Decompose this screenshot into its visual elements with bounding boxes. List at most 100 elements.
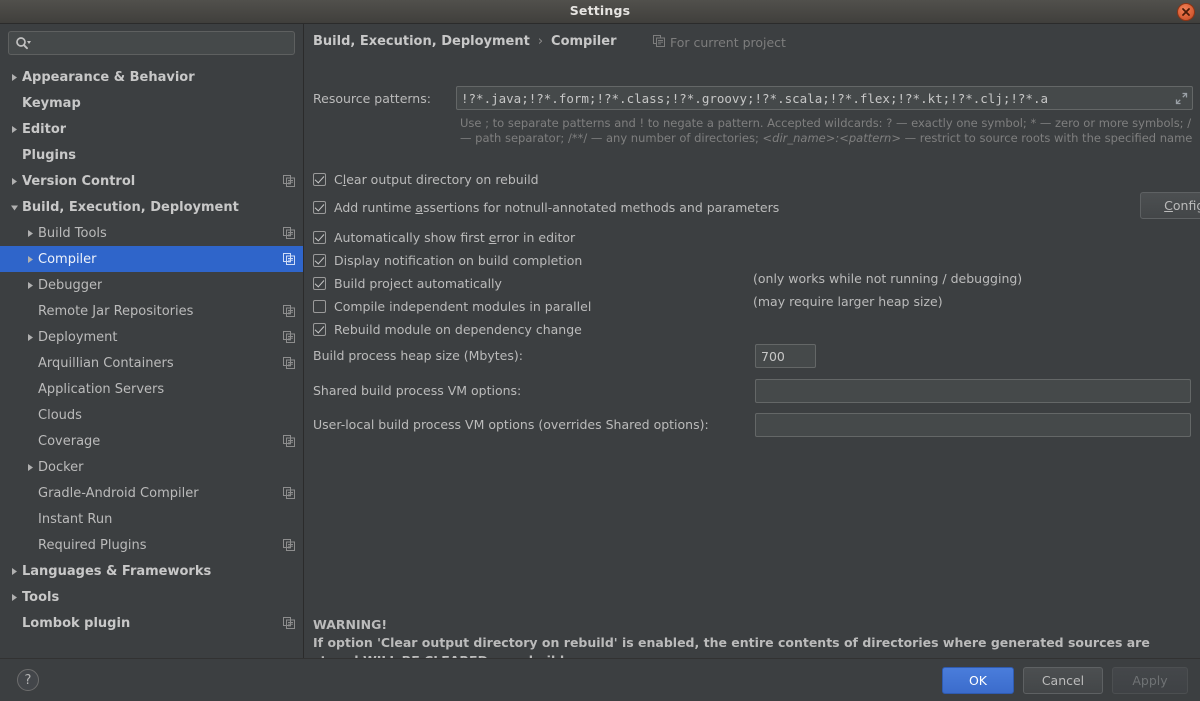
checkbox-label: Compile independent modules in parallel: [334, 299, 591, 314]
sidebar-item-required-plugins[interactable]: Required Plugins: [0, 532, 303, 558]
sidebar-item-label: Tools: [22, 589, 60, 605]
checkbox-add-runtime-assertions-for-notnull-annotat[interactable]: [313, 200, 326, 214]
heap-size-label: Build process heap size (Mbytes):: [313, 348, 523, 363]
project-settings-icon: [283, 175, 295, 187]
sidebar-item-docker[interactable]: Docker: [0, 454, 303, 480]
breadcrumb-root[interactable]: Build, Execution, Deployment: [313, 34, 530, 49]
configure-annotations-label: onfigure annotations...: [1172, 198, 1200, 213]
breadcrumb: Build, Execution, Deployment › Compiler: [313, 34, 617, 49]
window-title: Settings: [569, 3, 631, 18]
userlocal-vm-input[interactable]: [755, 413, 1191, 437]
sidebar-item-label: Coverage: [38, 433, 101, 449]
search-input[interactable]: [31, 33, 294, 53]
apply-button[interactable]: Apply: [1112, 667, 1188, 694]
checkbox-row-rebuild-module-on-dependency-change[interactable]: Rebuild module on dependency change: [313, 319, 582, 339]
shared-vm-row: Shared build process VM options:: [313, 383, 521, 398]
checkbox-automatically-show-first-error-in-editor[interactable]: [313, 230, 326, 244]
parallel-modules-note: (may require larger heap size): [753, 294, 943, 309]
chevron-collapsed-icon[interactable]: [6, 567, 22, 576]
project-settings-icon: [283, 331, 295, 343]
checkbox-row-display-notification-on-build-completion[interactable]: Display notification on build completion: [313, 250, 582, 270]
label-part: Rebuild module on dependency change: [334, 321, 582, 337]
sidebar-item-coverage[interactable]: Coverage: [0, 428, 303, 454]
sidebar-item-label: Compiler: [38, 251, 97, 267]
chevron-collapsed-icon[interactable]: [6, 73, 22, 82]
sidebar-item-label: Build, Execution, Deployment: [22, 199, 239, 215]
chevron-expanded-icon[interactable]: [6, 203, 22, 212]
label-part: rror in editor: [496, 229, 576, 245]
checkbox-build-project-automatically[interactable]: [313, 276, 326, 290]
configure-annotations-button[interactable]: Configure annotations...: [1140, 192, 1200, 219]
checkbox-label: Display notification on build completion: [334, 253, 582, 268]
project-settings-icon: [283, 227, 295, 239]
label-part: Automatically show first: [334, 229, 489, 245]
sidebar-item-application-servers[interactable]: Application Servers: [0, 376, 303, 402]
help-button[interactable]: ?: [17, 669, 39, 691]
checkbox-row-add-runtime-assertions-for-notnull-annotat[interactable]: Add runtime assertions for notnull-annot…: [313, 197, 779, 217]
cancel-button[interactable]: Cancel: [1023, 667, 1103, 694]
sidebar-item-gradle-android-compiler[interactable]: Gradle-Android Compiler: [0, 480, 303, 506]
sidebar-item-build-execution-deployment[interactable]: Build, Execution, Deployment: [0, 194, 303, 220]
chevron-collapsed-icon[interactable]: [22, 229, 38, 238]
sidebar-item-appearance-behavior[interactable]: Appearance & Behavior: [0, 64, 303, 90]
sidebar-item-arquillian-containers[interactable]: Arquillian Containers: [0, 350, 303, 376]
sidebar-item-tools[interactable]: Tools: [0, 584, 303, 610]
checkbox-display-notification-on-build-completion[interactable]: [313, 253, 326, 267]
shared-vm-input[interactable]: [755, 379, 1191, 403]
chevron-collapsed-icon[interactable]: [6, 593, 22, 602]
sidebar-item-label: Version Control: [22, 173, 136, 189]
label-part: Add runtime: [334, 199, 416, 215]
search-box[interactable]: [8, 31, 295, 55]
chevron-collapsed-icon[interactable]: [6, 125, 22, 134]
checkbox-row-build-project-automatically[interactable]: Build project automatically: [313, 273, 502, 293]
sidebar-item-label: Required Plugins: [38, 537, 147, 553]
sidebar-item-languages-frameworks[interactable]: Languages & Frameworks: [0, 558, 303, 584]
checkbox-row-automatically-show-first-error-in-editor[interactable]: Automatically show first error in editor: [313, 227, 575, 247]
checkbox-compile-independent-modules-in-parallel[interactable]: [313, 299, 326, 313]
resource-patterns-hint: Use ; to separate patterns and ! to nega…: [460, 116, 1193, 146]
heap-size-row: Build process heap size (Mbytes):: [313, 348, 523, 363]
chevron-collapsed-icon[interactable]: [6, 177, 22, 186]
expand-icon[interactable]: [1174, 91, 1189, 106]
checkbox-rebuild-module-on-dependency-change[interactable]: [313, 322, 326, 336]
search-icon: [15, 36, 31, 50]
configure-annotations-mnemonic: C: [1164, 198, 1173, 213]
sidebar-item-instant-run[interactable]: Instant Run: [0, 506, 303, 532]
warning-title: WARNING!: [313, 617, 388, 632]
sidebar-item-deployment[interactable]: Deployment: [0, 324, 303, 350]
sidebar-item-lombok-plugin[interactable]: Lombok plugin: [0, 610, 303, 636]
sidebar-item-keymap[interactable]: Keymap: [0, 90, 303, 116]
label-part: Display notification on build completion: [334, 252, 583, 268]
chevron-collapsed-icon[interactable]: [22, 255, 38, 264]
project-settings-icon: [283, 539, 295, 551]
sidebar-item-plugins[interactable]: Plugins: [0, 142, 303, 168]
checkbox-row-compile-independent-modules-in-parallel[interactable]: Compile independent modules in parallel: [313, 296, 591, 316]
sidebar-item-editor[interactable]: Editor: [0, 116, 303, 142]
sidebar-item-label: Deployment: [38, 329, 118, 345]
label-part: Build project automatically: [334, 275, 502, 291]
sidebar-item-compiler[interactable]: Compiler: [0, 246, 303, 272]
sidebar-item-version-control[interactable]: Version Control: [0, 168, 303, 194]
resource-patterns-value: !?*.java;!?*.form;!?*.class;!?*.groovy;!…: [461, 90, 1048, 106]
heap-size-input[interactable]: [755, 344, 816, 368]
sidebar-item-label: Instant Run: [38, 511, 113, 527]
resource-patterns-row: Resource patterns: !?*.java;!?*.form;!?*…: [313, 86, 1193, 110]
sidebar-item-label: Appearance & Behavior: [22, 69, 195, 85]
checkbox-clear-output-directory-on-rebuild[interactable]: [313, 172, 326, 186]
chevron-collapsed-icon[interactable]: [22, 463, 38, 472]
sidebar-item-build-tools[interactable]: Build Tools: [0, 220, 303, 246]
build-auto-note: (only works while not running / debuggin…: [753, 271, 1023, 286]
checkbox-row-clear-output-directory-on-rebuild[interactable]: Clear output directory on rebuild: [313, 169, 539, 189]
for-current-project-label: For current project: [670, 35, 786, 50]
sidebar-item-label: Arquillian Containers: [38, 355, 174, 371]
sidebar-item-remote-jar-repositories[interactable]: Remote Jar Repositories: [0, 298, 303, 324]
resource-patterns-field[interactable]: !?*.java;!?*.form;!?*.class;!?*.groovy;!…: [456, 86, 1193, 110]
sidebar-item-label: Remote Jar Repositories: [38, 303, 194, 319]
sidebar-item-label: Application Servers: [38, 381, 165, 397]
chevron-collapsed-icon[interactable]: [22, 281, 38, 290]
ok-button[interactable]: OK: [942, 667, 1014, 694]
sidebar-item-debugger[interactable]: Debugger: [0, 272, 303, 298]
sidebar-item-clouds[interactable]: Clouds: [0, 402, 303, 428]
chevron-collapsed-icon[interactable]: [22, 333, 38, 342]
close-icon[interactable]: [1177, 3, 1195, 21]
